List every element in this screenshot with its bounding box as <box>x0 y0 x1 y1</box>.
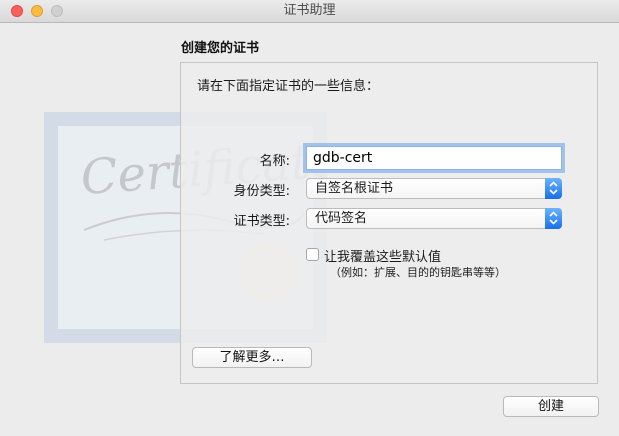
override-defaults-checkbox[interactable] <box>306 248 319 261</box>
name-field[interactable]: gdb-cert <box>306 146 562 170</box>
certificate-assistant-window: 证书助理 Certificate 创建您的证书 请在下面指定证书的一些信息： 名… <box>0 0 619 436</box>
page-heading: 创建您的证书 <box>181 41 260 56</box>
name-label: 名称: <box>259 154 290 169</box>
create-button[interactable]: 创建 <box>503 396 599 417</box>
identity-type-label: 身份类型: <box>233 184 290 199</box>
learn-more-button[interactable]: 了解更多… <box>192 347 312 368</box>
cert-type-value: 代码签名 <box>315 211 368 226</box>
identity-type-value: 自签名根证书 <box>315 181 394 196</box>
instruction-text: 请在下面指定证书的一些信息： <box>197 79 380 94</box>
popup-arrows-icon <box>545 178 562 199</box>
cert-type-popup[interactable]: 代码签名 <box>306 208 562 229</box>
override-defaults-label[interactable]: 让我覆盖这些默认值 <box>324 246 441 265</box>
cert-type-label: 证书类型: <box>233 214 290 229</box>
title-bar: 证书助理 <box>0 0 619 23</box>
popup-arrows-icon <box>545 208 562 229</box>
window-title: 证书助理 <box>283 3 336 18</box>
override-defaults-hint: （例如：扩展、目的的钥匙串等等） <box>330 266 506 279</box>
identity-type-popup[interactable]: 自签名根证书 <box>306 178 562 199</box>
